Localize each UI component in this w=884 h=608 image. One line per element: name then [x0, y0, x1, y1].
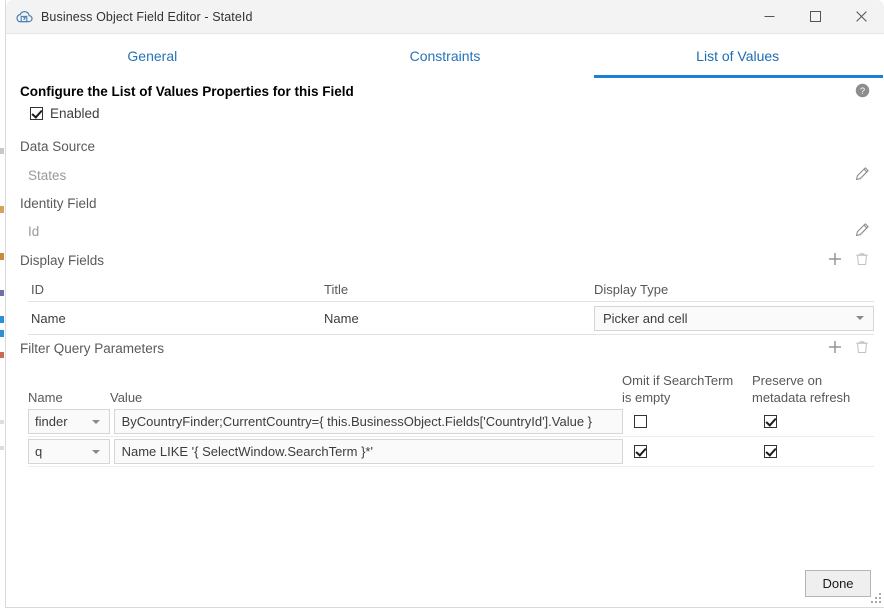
done-button[interactable]: Done — [805, 570, 871, 597]
cell-id: Name — [31, 310, 66, 326]
display-fields-table: ID Title Display Type Name Name Picker a… — [28, 277, 874, 335]
column-header-name: Name — [28, 390, 63, 405]
cell-preserve-on-refresh — [753, 415, 874, 428]
edge-mark — [0, 253, 4, 260]
enabled-checkbox-row[interactable]: Enabled — [30, 106, 100, 121]
parameter-name-select[interactable]: finder — [28, 409, 110, 434]
cell-title: Name — [324, 310, 359, 326]
maximize-button[interactable] — [792, 0, 838, 33]
edge-mark — [0, 206, 4, 213]
cell-preserve-on-refresh — [753, 445, 874, 458]
edge-mark — [0, 330, 4, 337]
parameter-name-select[interactable]: q — [28, 439, 110, 464]
dialog-footer: Done — [6, 559, 884, 607]
tab-constraints[interactable]: Constraints — [299, 34, 592, 78]
edge-mark — [0, 316, 4, 323]
tab-general-label: General — [127, 48, 178, 64]
omit-if-empty-checkbox[interactable] — [634, 445, 648, 458]
title-bar[interactable]: Business Object Field Editor - StateId — [6, 0, 884, 34]
parameter-name-value: q — [35, 444, 43, 459]
pencil-icon[interactable] — [854, 222, 870, 238]
tab-bar: General Constraints List of Values — [6, 34, 884, 78]
maximize-icon — [809, 11, 821, 22]
column-header-preserve-line2: metadata refresh — [752, 390, 851, 405]
cell-omit-if-empty — [623, 445, 752, 458]
help-icon[interactable]: ? — [855, 83, 870, 98]
parameter-value-input[interactable]: Name LIKE '{ SelectWindow.SearchTerm }*' — [113, 439, 624, 464]
enabled-label: Enabled — [50, 106, 100, 121]
identity-field-value: Id — [28, 224, 40, 239]
data-source-value: States — [28, 168, 67, 183]
chevron-down-icon — [856, 316, 864, 320]
table-row[interactable]: finder ByCountryFinder;CurrentCountry={ … — [28, 407, 874, 437]
omit-if-empty-checkbox[interactable] — [634, 415, 648, 428]
plus-icon[interactable] — [827, 251, 843, 267]
tab-list-of-values[interactable]: List of Values — [591, 34, 884, 78]
preserve-on-refresh-checkbox[interactable] — [763, 445, 777, 458]
chevron-down-icon — [91, 449, 100, 454]
column-header-preserve-line1: Preserve on — [752, 373, 823, 388]
column-header-omit-if-searchterm-empty: Omit if SearchTerm is empty — [622, 372, 752, 407]
svg-text:?: ? — [860, 86, 865, 96]
table-row[interactable]: q Name LIKE '{ SelectWindow.SearchTerm }… — [28, 437, 874, 467]
cell-name: finder — [28, 409, 110, 434]
close-button[interactable] — [838, 0, 884, 33]
plus-icon[interactable] — [827, 339, 843, 355]
data-source-label: Data Source — [20, 139, 96, 154]
parameter-value-text: ByCountryFinder;CurrentCountry={ this.Bu… — [121, 414, 593, 429]
window-controls — [746, 0, 884, 33]
tab-general[interactable]: General — [6, 34, 299, 78]
preserve-on-refresh-checkbox[interactable] — [763, 415, 777, 428]
display-type-select[interactable]: Picker and cell — [594, 305, 874, 331]
column-header-display-type: Display Type — [594, 281, 669, 297]
trash-icon[interactable] — [854, 339, 870, 355]
chevron-down-icon — [91, 419, 100, 424]
tab-list-of-values-label: List of Values — [696, 48, 780, 64]
parameter-value-text: Name LIKE '{ SelectWindow.SearchTerm }*' — [121, 444, 373, 459]
column-header-omit-line2: is empty — [622, 390, 671, 405]
cell-omit-if-empty — [623, 415, 752, 428]
window-title: Business Object Field Editor - StateId — [41, 9, 253, 24]
resize-grip-icon[interactable] — [869, 591, 882, 604]
edge-mark — [0, 446, 4, 450]
parameter-value-input[interactable]: ByCountryFinder;CurrentCountry={ this.Bu… — [113, 409, 624, 434]
filter-query-parameters-table: Name Value Omit if SearchTerm is empty P… — [28, 359, 874, 467]
edge-mark — [0, 420, 4, 424]
cell-name: q — [28, 439, 110, 464]
close-icon — [855, 11, 867, 22]
page-title: Configure the List of Values Properties … — [20, 84, 354, 99]
filter-query-parameters-label: Filter Query Parameters — [20, 341, 165, 356]
column-header-preserve-on-metadata-refresh: Preserve on metadata refresh — [752, 372, 874, 407]
edge-mark — [0, 148, 4, 154]
field-editor-dialog: Business Object Field Editor - StateId G… — [5, 0, 884, 608]
display-fields-label: Display Fields — [20, 253, 105, 268]
column-header-value: Value — [110, 390, 143, 405]
table-row[interactable]: Name Name Picker and cell — [28, 302, 874, 335]
identity-field-label: Identity Field — [20, 196, 97, 211]
cell-display-type: Picker and cell — [594, 305, 874, 331]
table-header-row: Name Value Omit if SearchTerm is empty P… — [28, 359, 874, 407]
parameter-name-value: finder — [35, 414, 68, 429]
edge-mark — [0, 352, 4, 358]
pencil-icon[interactable] — [854, 166, 870, 182]
trash-icon[interactable] — [854, 251, 870, 267]
column-header-omit-line1: Omit if SearchTerm — [622, 373, 734, 388]
enabled-checkbox[interactable] — [30, 107, 43, 120]
table-header-row: ID Title Display Type — [28, 277, 874, 302]
minimize-button[interactable] — [746, 0, 792, 33]
column-header-title: Title — [324, 281, 349, 297]
edge-mark — [0, 290, 4, 296]
tab-constraints-label: Constraints — [409, 48, 481, 64]
cloud-icon — [16, 10, 33, 22]
column-header-id: ID — [31, 281, 44, 297]
display-type-selected-value: Picker and cell — [603, 310, 688, 326]
minimize-icon — [764, 16, 774, 17]
